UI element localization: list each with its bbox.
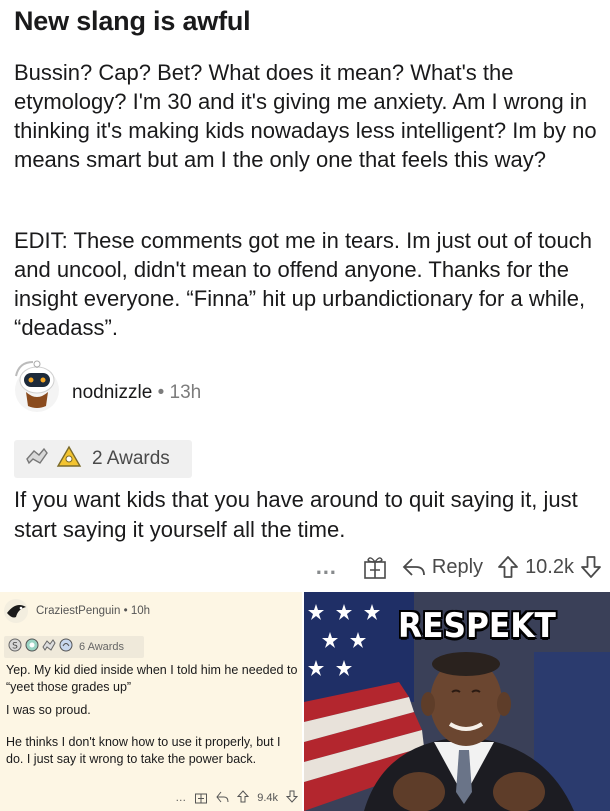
- gift-icon: [194, 790, 208, 807]
- embedded-score: 9.4k: [257, 792, 278, 804]
- embedded-comment-screenshot: CraziestPenguin • 10h S 6 Awards Yep. My…: [0, 592, 302, 811]
- embedded-awards-count: 6 Awards: [79, 641, 125, 653]
- meta-separator: •: [123, 605, 128, 617]
- awards-pill[interactable]: 2 Awards: [14, 440, 192, 478]
- post-body-paragraph: Bussin? Cap? Bet? What does it mean? Wha…: [14, 60, 597, 172]
- upvote-icon: [237, 790, 250, 806]
- embedded-author: CraziestPenguin: [36, 605, 121, 617]
- silver-award-icon: S: [8, 638, 22, 657]
- upvote-icon[interactable]: [497, 555, 519, 579]
- comment-header: nodnizzle • 13h: [6, 352, 606, 422]
- award-icon: [24, 445, 50, 474]
- post-edit-paragraph: EDIT: These comments got me in tears. Im…: [14, 228, 592, 340]
- comment-score: 10.2k: [525, 555, 574, 578]
- embedded-awards-pill: S 6 Awards: [4, 636, 144, 658]
- reply-arrow-icon: [402, 556, 426, 578]
- embedded-comment-header: CraziestPenguin • 10h: [4, 598, 150, 624]
- award-icon: [25, 638, 39, 657]
- award-icon: [42, 638, 56, 657]
- embedded-comment-actions: … 9.4k: [175, 790, 299, 807]
- gift-icon: [362, 554, 388, 580]
- downvote-icon[interactable]: [580, 555, 602, 579]
- reply-button[interactable]: Reply: [402, 556, 483, 579]
- vote-group: 10.2k: [497, 555, 602, 579]
- penguin-avatar-icon: [4, 599, 28, 623]
- embedded-comment-paragraph: Yep. My kid died inside when I told him …: [6, 663, 298, 694]
- respekt-meme-image: RESPEKT: [304, 592, 610, 811]
- award-icon: [56, 445, 82, 474]
- embedded-author-line: CraziestPenguin • 10h: [36, 605, 150, 617]
- reply-label: Reply: [431, 555, 484, 578]
- meme-caption: RESPEKT: [398, 606, 556, 646]
- reply-arrow-icon: [216, 791, 229, 806]
- comment-actions: … Reply 10.2k: [315, 550, 602, 584]
- embedded-comment-paragraph: He thinks I don't know how to use it pro…: [6, 735, 281, 766]
- comment-age: 13h: [169, 382, 202, 403]
- svg-text:S: S: [12, 641, 18, 651]
- give-award-button[interactable]: [362, 554, 388, 580]
- downvote-icon: [285, 790, 299, 806]
- snoo-avatar-icon[interactable]: [6, 356, 68, 418]
- award-icon: [59, 638, 73, 657]
- post-title: New slang is awful: [14, 6, 251, 36]
- embedded-comment-paragraph: I was so proud.: [6, 703, 91, 717]
- comment-author[interactable]: nodnizzle: [72, 382, 152, 403]
- embedded-more-options: …: [175, 792, 187, 804]
- comment-author-line: nodnizzle • 13h: [72, 382, 201, 404]
- comment-text: If you want kids that you have around to…: [14, 487, 578, 542]
- more-options-button[interactable]: …: [315, 554, 338, 580]
- embedded-age: 10h: [130, 605, 151, 617]
- awards-count: 2 Awards: [92, 448, 170, 469]
- meta-separator: •: [157, 382, 165, 403]
